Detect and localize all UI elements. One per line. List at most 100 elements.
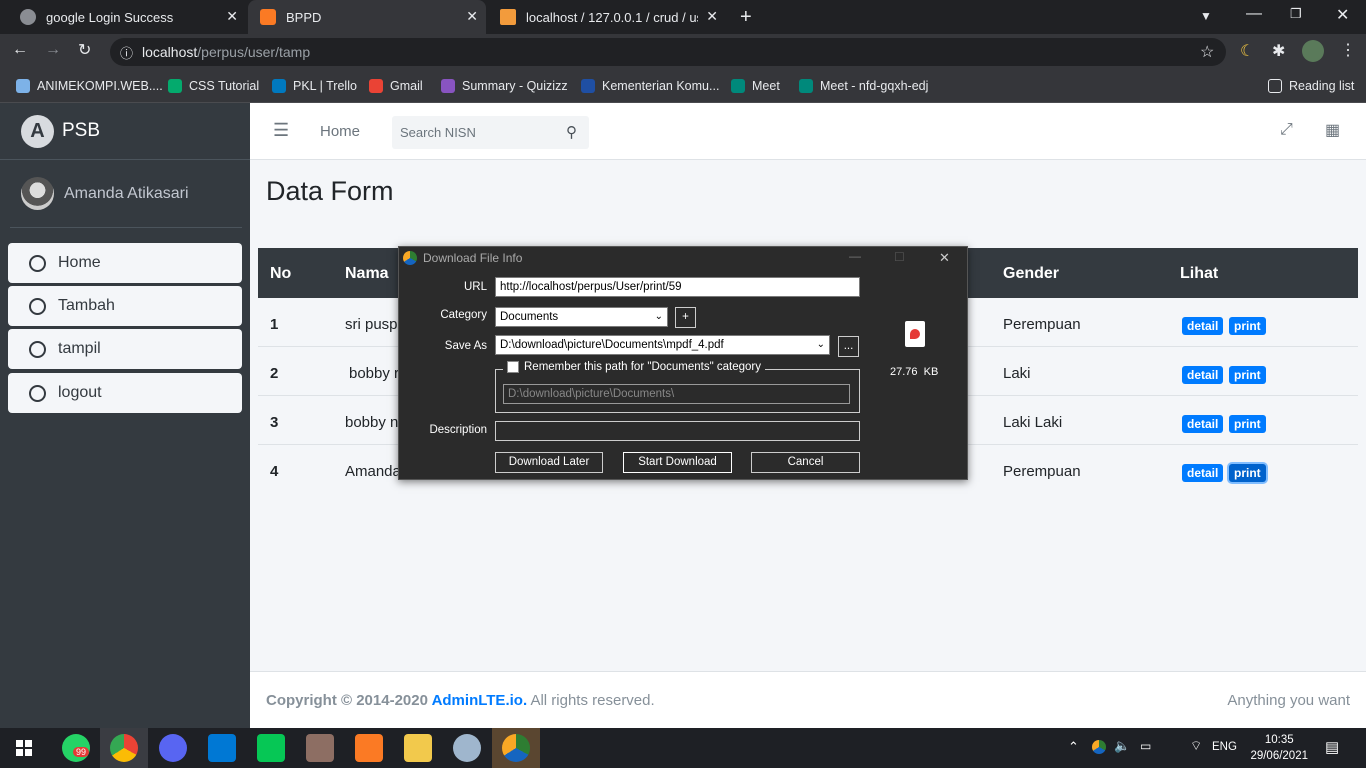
bookmark-item[interactable]: Summary - Quizizz	[441, 77, 568, 95]
sidebar-item-tambah[interactable]: Tambah	[8, 286, 242, 326]
chevron-up-icon[interactable]: ⌃	[1068, 739, 1079, 755]
start-download-button[interactable]: Start Download	[623, 452, 732, 473]
bookmark-star-icon[interactable]: ☆	[1200, 42, 1214, 62]
remember-path-field: D:\download\picture\Documents\	[503, 384, 850, 404]
vscode-icon[interactable]	[208, 734, 236, 762]
detail-button[interactable]: detail	[1182, 415, 1224, 433]
browse-button[interactable]: ...	[838, 336, 859, 357]
user-name: Amanda Atikasari	[64, 184, 189, 202]
close-tab-icon[interactable]: ✕	[226, 8, 238, 25]
close-tab-icon[interactable]: ✕	[706, 8, 718, 25]
browser-tab-active[interactable]: BPPD ✕	[248, 0, 486, 34]
saveas-field[interactable]: D:\download\picture\Documents\mpdf_4.pdf…	[495, 335, 830, 355]
reading-list[interactable]: Reading list	[1268, 77, 1354, 95]
line-icon[interactable]	[257, 734, 285, 762]
url-path: /perpus/user/tamp	[197, 44, 311, 60]
bookmark-item[interactable]: ANIMEKOMPI.WEB....	[16, 77, 163, 95]
bookmark-item[interactable]: PKL | Trello	[272, 77, 357, 95]
cancel-button[interactable]: Cancel	[751, 452, 860, 473]
extensions-icon[interactable]: ✱	[1272, 41, 1285, 61]
xampp-icon[interactable]	[355, 734, 383, 762]
bookmark-item[interactable]: Meet	[731, 77, 780, 95]
address-bar[interactable]: ⓘ localhost/perpus/user/tamp ☆	[110, 38, 1226, 66]
chevron-down-icon: ⌄	[816, 339, 825, 350]
detail-button[interactable]: detail	[1182, 366, 1224, 384]
detail-button[interactable]: detail	[1182, 464, 1224, 482]
hamburger-icon[interactable]: ☰	[273, 120, 289, 141]
description-field[interactable]	[495, 421, 860, 441]
paint-icon[interactable]	[453, 734, 481, 762]
footer-right-text: Anything you want	[1227, 692, 1350, 709]
clock[interactable]: 10:35 29/06/2021	[1250, 732, 1308, 764]
notifications-icon[interactable]: ▤	[1325, 738, 1339, 756]
category-select[interactable]: Documents ⌄	[495, 307, 668, 327]
print-button[interactable]: print	[1229, 366, 1266, 384]
nav-home-link[interactable]: Home	[320, 123, 360, 140]
column-header: Lihat	[1180, 265, 1219, 282]
file-explorer-icon[interactable]	[404, 734, 432, 762]
browser-tab[interactable]: localhost / 127.0.0.1 / crud / user ✕	[488, 0, 726, 34]
url-label: URL	[463, 281, 487, 293]
restore-icon[interactable]: ❐	[1290, 6, 1302, 22]
battery-icon[interactable]: ▭	[1140, 739, 1151, 753]
menu-icon[interactable]: ⋮	[1340, 40, 1356, 60]
download-later-button[interactable]: Download Later	[495, 452, 603, 473]
footer-link[interactable]: AdminLTE.io.	[432, 692, 528, 709]
minimize-icon[interactable]: —	[849, 249, 861, 263]
dark-mode-icon[interactable]: ☾	[1240, 41, 1254, 61]
brand-link[interactable]: PSB	[0, 103, 250, 160]
search-input[interactable]: Search NISN ⚲	[392, 116, 589, 149]
close-window-icon[interactable]: ✕	[1336, 5, 1349, 25]
game-icon[interactable]	[306, 734, 334, 762]
row-nama: bobby n	[345, 414, 399, 431]
bookmark-item[interactable]: CSS Tutorial	[168, 77, 259, 95]
detail-button[interactable]: detail	[1182, 317, 1224, 335]
reload-icon[interactable]: ↻	[78, 40, 91, 60]
forward-icon[interactable]: →	[45, 41, 61, 59]
back-icon[interactable]: ←	[12, 41, 28, 59]
sidebar-item-logout[interactable]: logout	[8, 373, 242, 413]
tab-search-icon[interactable]: ▼	[1200, 9, 1212, 23]
column-header: Nama	[345, 265, 389, 282]
saveas-label: Save As	[444, 340, 487, 352]
print-button[interactable]: print	[1229, 415, 1266, 433]
volume-icon[interactable]: 🔈	[1114, 738, 1130, 754]
close-icon[interactable]: ✕	[939, 250, 950, 266]
language-indicator[interactable]: ENG	[1212, 741, 1237, 753]
sidebar-item-home[interactable]: Home	[8, 243, 242, 283]
sidebar-item-label: logout	[58, 384, 102, 401]
row-no: 2	[270, 365, 279, 382]
browser-tab[interactable]: google Login Success ✕	[8, 0, 246, 34]
close-tab-icon[interactable]: ✕	[466, 8, 478, 25]
minimize-icon[interactable]: —	[1246, 5, 1262, 23]
sidebar-item-tampil[interactable]: tampil	[8, 329, 242, 369]
chrome-icon[interactable]	[110, 734, 138, 762]
profile-avatar[interactable]	[1302, 40, 1324, 62]
gmail-icon	[369, 79, 383, 93]
bookmark-item[interactable]: Kementerian Komu...	[581, 77, 719, 95]
fullscreen-icon[interactable]: ⤢	[1280, 121, 1293, 139]
windows-start-icon[interactable]	[16, 740, 32, 756]
bookmark-item[interactable]: Meet - nfd-gqxh-edj	[799, 77, 928, 95]
tray-idm-icon[interactable]	[1092, 740, 1106, 754]
reading-list-icon	[1268, 79, 1282, 93]
add-category-button[interactable]: +	[675, 307, 696, 328]
search-icon[interactable]: ⚲	[566, 123, 577, 141]
network-icon[interactable]: ⌔	[1190, 738, 1202, 754]
checkbox[interactable]	[507, 361, 519, 373]
bookmark-item[interactable]: Gmail	[369, 77, 423, 95]
remember-checkbox-row[interactable]: Remember this path for "Documents" categ…	[503, 361, 765, 373]
grid-icon[interactable]: ▦	[1325, 120, 1340, 140]
kominfo-icon	[581, 79, 595, 93]
user-panel[interactable]: Amanda Atikasari	[10, 160, 242, 228]
new-tab-icon[interactable]: +	[740, 6, 752, 29]
w3schools-icon	[168, 79, 182, 93]
browser-tab-bar: google Login Success ✕ BPPD ✕ localhost …	[0, 0, 1366, 34]
notification-badge: 99	[73, 747, 90, 757]
idm-icon[interactable]	[502, 734, 530, 762]
avatar	[21, 177, 54, 210]
print-button[interactable]: print	[1229, 464, 1266, 482]
print-button[interactable]: print	[1229, 317, 1266, 335]
discord-icon[interactable]	[159, 734, 187, 762]
url-field[interactable]: http://localhost/perpus/User/print/59	[495, 277, 860, 297]
